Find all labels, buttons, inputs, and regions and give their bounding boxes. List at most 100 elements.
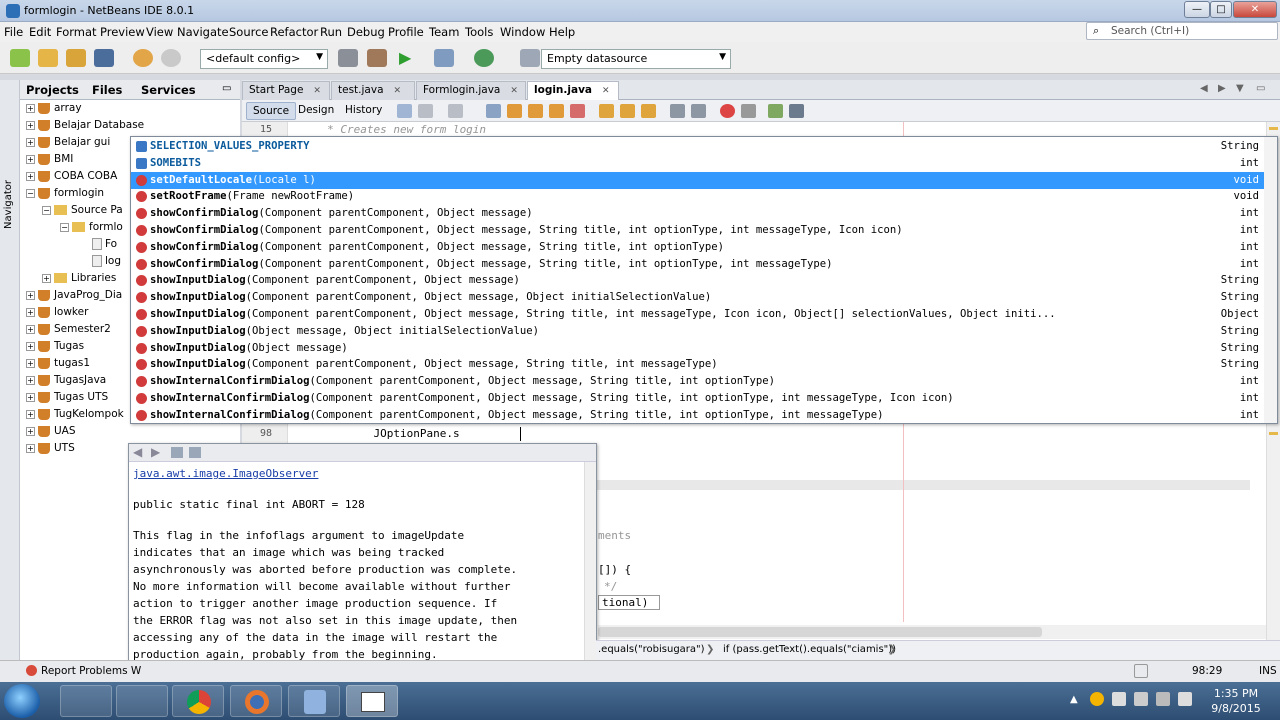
find-next-icon[interactable] [528,104,543,118]
find-previous-icon[interactable] [507,104,522,118]
minimize-panel-icon[interactable]: ▭ [222,83,231,94]
tree-node[interactable]: − formlogin [26,185,104,202]
menu-file[interactable]: File [4,25,23,39]
toggle-highlight-icon[interactable] [570,104,585,118]
completion-item[interactable]: showConfirmDialog(Component parentCompon… [131,256,1265,273]
open-in-browser-icon[interactable] [171,447,183,458]
completion-item[interactable]: SELECTION_VALUES_PROPERTY String [131,138,1265,155]
next-bookmark-icon[interactable] [620,104,635,118]
completion-item[interactable]: showInputDialog(Component parentComponen… [131,272,1265,289]
menu-profile[interactable]: Profile [388,25,424,39]
tree-node[interactable]: + JavaProg_Dia [26,287,122,304]
horizontal-scrollbar[interactable] [598,625,1266,639]
completion-item[interactable]: showInputDialog(Component parentComponen… [131,306,1265,323]
tab-list-icon[interactable]: ▼ [1236,83,1244,94]
start-button[interactable] [4,684,40,718]
completion-scrollbar[interactable] [1264,137,1277,423]
prev-bookmark-icon[interactable] [599,104,614,118]
tree-node[interactable]: + array [26,100,82,117]
forward-icon[interactable] [448,104,463,118]
completion-item[interactable]: showInputDialog(Object message) String [131,340,1265,357]
tree-node[interactable]: + Tugas UTS [26,389,108,406]
tree-node[interactable]: + Semester2 [26,321,111,338]
chrome-icon[interactable] [172,685,224,717]
tray-app-icon[interactable] [1090,692,1104,706]
system-clock[interactable]: 1:35 PM 9/8/2015 [1196,686,1276,716]
view-design-button[interactable]: Design [292,102,340,120]
maximize-button[interactable]: □ [1210,1,1232,18]
tree-node[interactable]: + UAS [26,423,76,440]
action-center-icon[interactable] [1112,692,1126,706]
tab-scroll-left-icon[interactable]: ◀ [1200,83,1208,94]
tree-node[interactable]: + lowker [26,304,88,321]
back-icon[interactable] [418,104,433,118]
start-macro-icon[interactable] [720,104,735,118]
menu-window[interactable]: Window [500,25,545,39]
battery-icon[interactable] [1156,692,1170,706]
comment-icon[interactable] [768,104,783,118]
minimize-button[interactable]: — [1184,1,1210,18]
build-icon[interactable] [338,49,358,67]
completion-item[interactable]: showInternalConfirmDialog(Component pare… [131,407,1265,423]
netbeans-taskbar-icon[interactable] [288,685,340,717]
toggle-bookmark-icon[interactable] [641,104,656,118]
completion-item[interactable]: setRootFrame(Frame newRootFrame) void [131,188,1265,205]
tab-test-java[interactable]: test.java ✕ [331,81,415,100]
clean-build-icon[interactable] [367,49,387,67]
menu-view[interactable]: View [146,25,173,39]
completion-item[interactable]: showInputDialog(Component parentComponen… [131,289,1265,306]
firefox-icon[interactable] [230,685,282,717]
completion-item[interactable]: showConfirmDialog(Component parentCompon… [131,239,1265,256]
close-icon[interactable]: ✕ [510,86,518,96]
forward-arrow-icon[interactable]: ▶ [151,445,160,459]
uncomment-icon[interactable] [789,104,804,118]
find-selection-icon[interactable] [549,104,564,118]
maximize-editor-icon[interactable]: ▭ [1256,83,1265,94]
view-source-button[interactable]: Source [246,102,297,120]
breadcrumb-item[interactable]: if (pass.getText().equals("ciamis")) [723,644,896,655]
close-icon[interactable]: ✕ [394,86,402,96]
tab-formlogin-java[interactable]: Formlogin.java ✕ [416,81,526,100]
menu-preview[interactable]: Preview [100,25,145,39]
new-file-icon[interactable] [10,49,30,67]
search-input[interactable]: ⌕ Search (Ctrl+I) [1086,22,1278,40]
breadcrumb-item[interactable]: .equals("robisugara") [598,644,705,655]
last-edit-icon[interactable] [397,104,412,118]
completion-item[interactable]: showInputDialog(Object message, Object i… [131,323,1265,340]
completion-item[interactable]: showConfirmDialog(Component parentCompon… [131,205,1265,222]
menu-refactor[interactable]: Refactor [270,25,318,39]
tab-projects[interactable]: Projects [26,83,79,97]
profile-icon[interactable] [474,49,494,67]
menu-edit[interactable]: Edit [29,25,51,39]
tree-node[interactable]: + UTS [26,440,75,457]
task-manager-icon[interactable] [60,685,112,717]
scrollbar-thumb[interactable] [598,627,1042,637]
volume-icon[interactable] [1178,692,1192,706]
javadoc-class-link[interactable]: java.awt.image.ImageObserver [133,465,318,482]
completion-item[interactable]: showConfirmDialog(Component parentCompon… [131,222,1265,239]
datasource-select[interactable]: Empty datasource ▼ [541,49,731,69]
completion-item[interactable]: showInternalConfirmDialog(Component pare… [131,373,1265,390]
new-project-icon[interactable] [38,49,58,67]
tree-node[interactable]: + tugas1 [26,355,90,372]
tree-node[interactable]: Fo [92,236,117,253]
menu-navigate[interactable]: Navigate [177,25,229,39]
notifications-icon[interactable] [1134,664,1148,678]
tree-node[interactable]: + Belajar Database [26,117,144,134]
menu-team[interactable]: Team [429,25,459,39]
config-select[interactable]: <default config> ▼ [200,49,328,69]
close-icon[interactable]: ✕ [313,86,321,96]
report-problems-label[interactable]: Report Problems W [41,665,141,677]
tree-node[interactable]: log [92,253,121,270]
close-button[interactable]: ✕ [1233,1,1277,18]
tree-node[interactable]: − Source Pa [42,202,123,219]
goto-source-icon[interactable] [189,447,201,458]
navigator-tab[interactable]: Navigator [3,180,14,229]
tree-node[interactable]: + TugasJava [26,372,106,389]
completion-item[interactable]: showInternalConfirmDialog(Component pare… [131,390,1265,407]
menu-format[interactable]: Format [56,25,97,39]
find-icon[interactable] [486,104,501,118]
redo-icon[interactable] [161,49,181,67]
network-icon[interactable] [1134,692,1148,706]
tree-node[interactable]: − formlo [60,219,123,236]
